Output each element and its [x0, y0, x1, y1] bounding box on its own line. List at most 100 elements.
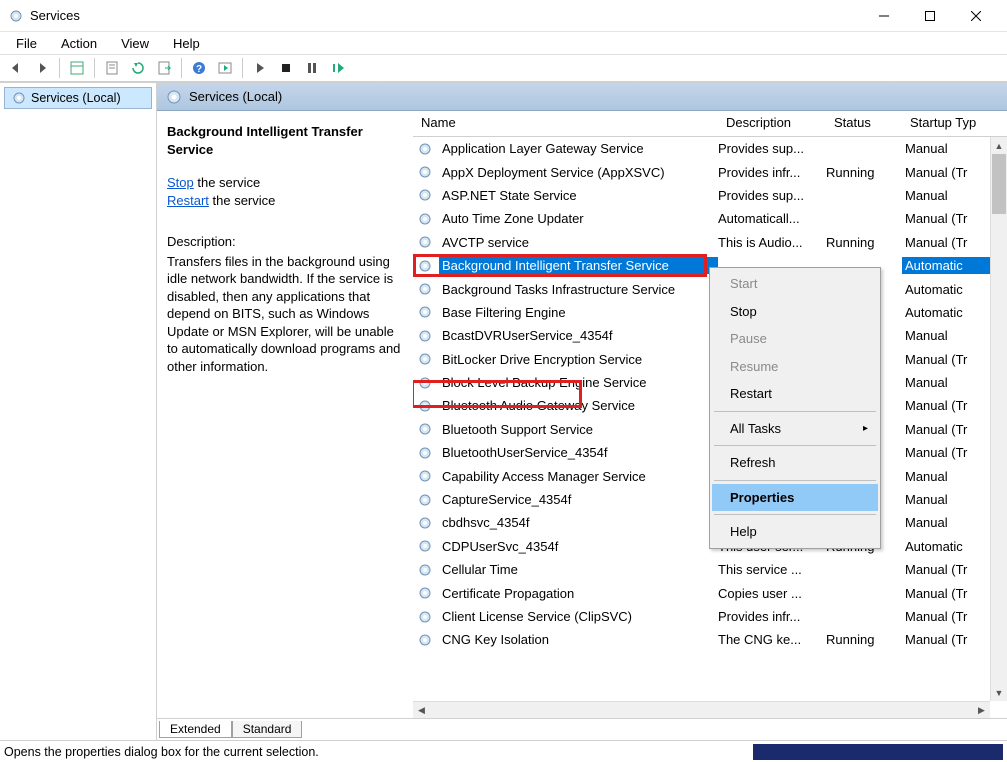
tab-standard[interactable]: Standard — [232, 721, 303, 738]
scroll-right-icon[interactable]: ▶ — [973, 705, 990, 716]
service-status: Running — [826, 235, 902, 250]
horizontal-scrollbar[interactable]: ◀ ▶ — [413, 701, 990, 718]
service-name: AVCTP service — [439, 234, 718, 251]
menu-help[interactable]: Help — [163, 34, 210, 53]
ctx-stop[interactable]: Stop — [712, 298, 878, 326]
service-status: Running — [826, 165, 902, 180]
service-description: Automaticall... — [718, 211, 826, 226]
scroll-up-icon[interactable]: ▲ — [991, 137, 1007, 154]
service-name: Background Tasks Infrastructure Service — [439, 281, 718, 298]
titlebar: Services — [0, 0, 1007, 32]
statusbar: Opens the properties dialog box for the … — [0, 740, 1007, 762]
page-header-icon — [165, 88, 183, 106]
service-name: Block Level Backup Engine Service — [439, 374, 718, 391]
ctx-pause: Pause — [712, 325, 878, 353]
service-icon — [417, 234, 433, 250]
forward-button[interactable] — [30, 56, 54, 80]
service-row[interactable]: AppX Deployment Service (AppXSVC)Provide… — [413, 160, 1007, 183]
service-icon — [417, 281, 433, 297]
back-button[interactable] — [4, 56, 28, 80]
menu-action[interactable]: Action — [51, 34, 107, 53]
service-icon — [417, 609, 433, 625]
service-name: Bluetooth Audio Gateway Service — [439, 397, 718, 414]
service-name: Application Layer Gateway Service — [439, 140, 718, 157]
service-name: CaptureService_4354f — [439, 491, 718, 508]
col-status[interactable]: Status — [826, 111, 902, 136]
restart-suffix: the service — [209, 193, 275, 208]
window-title: Services — [30, 8, 861, 23]
service-icon — [417, 187, 433, 203]
bottom-tabs: Extended Standard — [157, 718, 1007, 740]
ctx-help[interactable]: Help — [712, 518, 878, 546]
help-button[interactable]: ? — [187, 56, 211, 80]
service-icon — [417, 164, 433, 180]
service-name: Base Filtering Engine — [439, 304, 718, 321]
service-icon — [417, 328, 433, 344]
start-service-button[interactable] — [248, 56, 272, 80]
ctx-restart[interactable]: Restart — [712, 380, 878, 408]
service-name: Bluetooth Support Service — [439, 421, 718, 438]
refresh-button[interactable] — [126, 56, 150, 80]
tab-extended[interactable]: Extended — [159, 721, 232, 738]
service-rows: Application Layer Gateway ServiceProvide… — [413, 137, 1007, 718]
maximize-button[interactable] — [907, 1, 953, 31]
service-name: BitLocker Drive Encryption Service — [439, 351, 718, 368]
manage-button[interactable] — [213, 56, 237, 80]
service-icon — [417, 211, 433, 227]
tree-node-services-local[interactable]: Services (Local) — [4, 87, 152, 109]
stop-service-link[interactable]: Stop — [167, 175, 194, 190]
statusbar-text: Opens the properties dialog box for the … — [4, 745, 319, 759]
service-description: Copies user ... — [718, 586, 826, 601]
service-icon — [417, 632, 433, 648]
ctx-start: Start — [712, 270, 878, 298]
service-icon — [417, 492, 433, 508]
service-row[interactable]: Auto Time Zone UpdaterAutomaticall...Man… — [413, 207, 1007, 230]
col-name[interactable]: Name — [413, 111, 718, 136]
scroll-left-icon[interactable]: ◀ — [413, 705, 430, 716]
scroll-down-icon[interactable]: ▼ — [991, 684, 1007, 701]
service-icon — [417, 304, 433, 320]
col-description[interactable]: Description — [718, 111, 826, 136]
description-pane: Background Intelligent Transfer Service … — [157, 111, 413, 718]
restart-service-button[interactable] — [326, 56, 350, 80]
service-row[interactable]: CNG Key IsolationThe CNG ke...RunningMan… — [413, 628, 1007, 651]
description-header: Description: — [167, 233, 403, 251]
toolbar: ? — [0, 54, 1007, 82]
service-name: cbdhsvc_4354f — [439, 514, 718, 531]
service-description: This service ... — [718, 562, 826, 577]
menu-view[interactable]: View — [111, 34, 159, 53]
service-name: Capability Access Manager Service — [439, 468, 718, 485]
service-icon — [417, 375, 433, 391]
restart-service-link[interactable]: Restart — [167, 193, 209, 208]
service-icon — [417, 351, 433, 367]
show-hide-tree-button[interactable] — [65, 56, 89, 80]
service-name: Background Intelligent Transfer Service — [439, 257, 718, 274]
pause-service-button[interactable] — [300, 56, 324, 80]
service-row[interactable]: Application Layer Gateway ServiceProvide… — [413, 137, 1007, 160]
service-row[interactable]: Client License Service (ClipSVC)Provides… — [413, 605, 1007, 628]
stop-suffix: the service — [194, 175, 260, 190]
col-startup[interactable]: Startup Typ — [902, 111, 1007, 136]
service-row[interactable]: ASP.NET State ServiceProvides sup...Manu… — [413, 184, 1007, 207]
ctx-all-tasks[interactable]: All Tasks▸ — [712, 415, 878, 443]
service-name: Certificate Propagation — [439, 585, 718, 602]
ctx-refresh[interactable]: Refresh — [712, 449, 878, 477]
vertical-scrollbar[interactable]: ▲ ▼ — [990, 137, 1007, 701]
close-button[interactable] — [953, 1, 999, 31]
service-description: The CNG ke... — [718, 632, 826, 647]
tree-node-label: Services (Local) — [31, 91, 121, 105]
service-row[interactable]: Cellular TimeThis service ...Manual (Tr — [413, 558, 1007, 581]
minimize-button[interactable] — [861, 1, 907, 31]
export-button[interactable] — [152, 56, 176, 80]
service-row[interactable]: Certificate PropagationCopies user ...Ma… — [413, 581, 1007, 604]
services-app-icon — [8, 8, 24, 24]
menu-file[interactable]: File — [6, 34, 47, 53]
context-menu: Start Stop Pause Resume Restart All Task… — [709, 267, 881, 549]
service-name: CDPUserSvc_4354f — [439, 538, 718, 555]
stop-service-button[interactable] — [274, 56, 298, 80]
service-name: Client License Service (ClipSVC) — [439, 608, 718, 625]
properties-button[interactable] — [100, 56, 124, 80]
ctx-properties[interactable]: Properties — [712, 484, 878, 512]
service-name: BcastDVRUserService_4354f — [439, 327, 718, 344]
service-row[interactable]: AVCTP serviceThis is Audio...RunningManu… — [413, 231, 1007, 254]
